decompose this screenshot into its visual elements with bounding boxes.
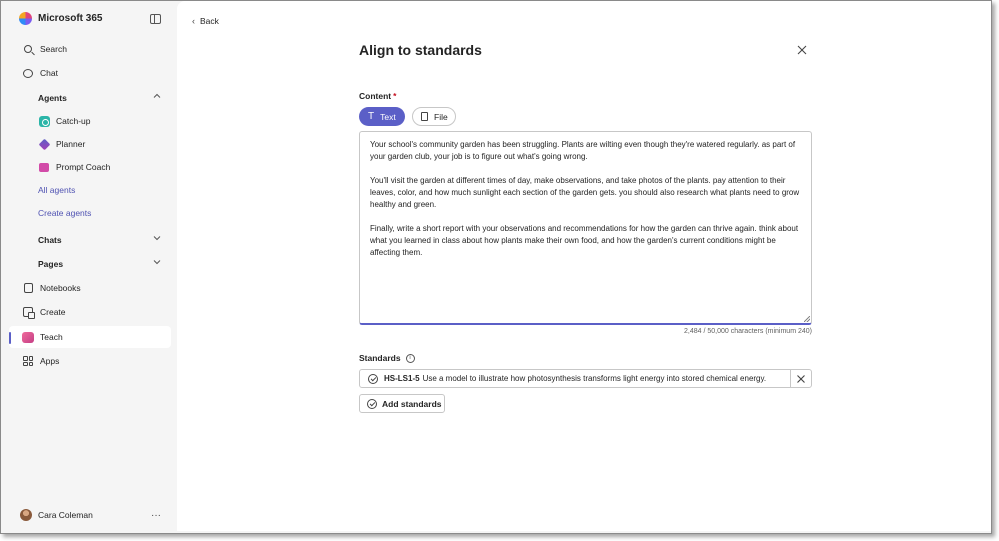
- tab-label: File: [434, 111, 448, 122]
- sidebar-item-planner[interactable]: Planner: [9, 133, 171, 155]
- content-textarea[interactable]: Your school's community garden has been …: [359, 131, 812, 325]
- add-standards-label: Add standards: [382, 398, 442, 409]
- more-options-icon[interactable]: ···: [151, 510, 161, 521]
- sidebar-section-pages[interactable]: Pages: [9, 253, 171, 275]
- create-icon: [22, 306, 35, 319]
- close-icon[interactable]: [796, 44, 808, 56]
- tab-label: Text: [380, 111, 396, 122]
- notebook-icon: [22, 282, 34, 294]
- standards-label: Standards i: [359, 353, 415, 363]
- checkmark-circle-icon: [367, 398, 377, 409]
- create-agents-link[interactable]: Create agents: [9, 202, 171, 224]
- standard-description: Use a model to illustrate how photosynth…: [422, 374, 767, 383]
- teach-icon: [22, 331, 34, 343]
- section-label: Chats: [38, 235, 62, 245]
- resize-handle[interactable]: [804, 316, 810, 322]
- chat-icon: [22, 67, 34, 79]
- sidebar: Microsoft 365 Search Chat Agents Catch-u…: [1, 1, 177, 533]
- app-window: Microsoft 365 Search Chat Agents Catch-u…: [0, 0, 992, 534]
- main-panel: ‹ Back Align to standards Content * T Tex…: [177, 1, 991, 531]
- user-name: Cara Coleman: [38, 510, 93, 520]
- required-marker: *: [393, 91, 397, 101]
- standard-code: HS-LS1-5: [384, 374, 420, 383]
- tab-file[interactable]: File: [412, 107, 456, 126]
- back-button[interactable]: ‹ Back: [192, 16, 219, 26]
- content-paragraph: Finally, write a short report with your …: [370, 224, 799, 257]
- file-icon: [421, 112, 428, 121]
- info-icon[interactable]: i: [405, 353, 415, 363]
- user-profile[interactable]: Cara Coleman: [20, 509, 93, 521]
- sidebar-item-teach[interactable]: Teach: [9, 326, 171, 348]
- section-label: Agents: [38, 93, 67, 103]
- back-label: Back: [200, 16, 219, 26]
- sidebar-section-agents[interactable]: Agents: [9, 87, 171, 109]
- remove-standard-button[interactable]: [790, 370, 811, 387]
- create-agents-label: Create agents: [38, 208, 92, 218]
- sidebar-toggle-icon[interactable]: [150, 14, 161, 24]
- sidebar-item-label: Prompt Coach: [56, 162, 111, 172]
- microsoft-365-logo-icon: [19, 12, 32, 25]
- checkmark-circle-icon: [368, 373, 378, 384]
- prompt-coach-icon: [38, 161, 50, 173]
- chevron-left-icon: ‹: [192, 16, 195, 26]
- all-agents-label: All agents: [38, 185, 76, 195]
- character-count: 2,484 / 50,000 characters (minimum 240): [683, 328, 812, 335]
- catchup-icon: [38, 115, 50, 127]
- sidebar-item-create[interactable]: Create: [9, 301, 171, 323]
- search-icon: [22, 43, 34, 55]
- add-standards-button[interactable]: Add standards: [359, 394, 445, 413]
- sidebar-item-search[interactable]: Search: [9, 38, 171, 60]
- close-icon: [797, 374, 805, 383]
- chevron-down-icon: [153, 260, 161, 265]
- all-agents-link[interactable]: All agents: [9, 179, 171, 201]
- sidebar-item-label: Create: [40, 307, 66, 317]
- sidebar-item-notebooks[interactable]: Notebooks: [9, 277, 171, 299]
- content-label-text: Content: [359, 91, 392, 101]
- section-label: Pages: [38, 259, 64, 269]
- text-format-icon: T: [368, 111, 375, 122]
- sidebar-item-label: Apps: [40, 356, 60, 366]
- standards-label-text: Standards: [359, 353, 401, 363]
- sidebar-item-label: Planner: [56, 139, 86, 149]
- apps-icon: [22, 355, 34, 367]
- tab-text[interactable]: T Text: [359, 107, 405, 126]
- sidebar-item-label: Catch-up: [56, 116, 91, 126]
- chevron-down-icon: [153, 236, 161, 241]
- content-paragraph: You'll visit the garden at different tim…: [370, 176, 800, 209]
- sidebar-item-label: Teach: [40, 332, 63, 342]
- app-name: Microsoft 365: [38, 13, 103, 24]
- sidebar-item-label: Search: [40, 44, 67, 54]
- page-title: Align to standards: [359, 42, 482, 58]
- standard-item[interactable]: HS-LS1-5 Use a model to illustrate how p…: [359, 369, 812, 388]
- chevron-up-icon: [153, 93, 161, 98]
- sidebar-item-label: Notebooks: [40, 283, 81, 293]
- content-label: Content *: [359, 91, 396, 101]
- content-paragraph: Your school's community garden has been …: [370, 140, 796, 161]
- planner-icon: [38, 138, 50, 150]
- sidebar-item-chat[interactable]: Chat: [9, 62, 171, 84]
- sidebar-item-label: Chat: [40, 68, 58, 78]
- avatar: [20, 509, 32, 521]
- sidebar-item-prompt-coach[interactable]: Prompt Coach: [9, 156, 171, 178]
- sidebar-section-chats[interactable]: Chats: [9, 229, 171, 251]
- sidebar-item-catch-up[interactable]: Catch-up: [9, 110, 171, 132]
- active-indicator: [9, 332, 11, 344]
- sidebar-item-apps[interactable]: Apps: [9, 350, 171, 372]
- brand[interactable]: Microsoft 365: [19, 12, 102, 25]
